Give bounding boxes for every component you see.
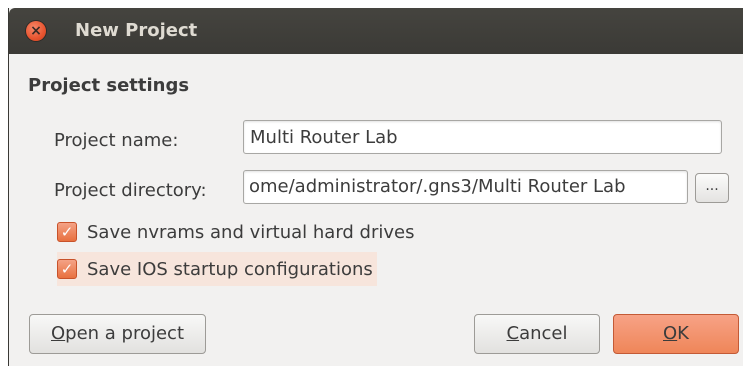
save-nvrams-label: Save nvrams and virtual hard drives [87, 221, 415, 243]
save-nvrams-checkbox-row[interactable]: ✓ Save nvrams and virtual hard drives [57, 215, 415, 249]
title-bar: × New Project [9, 8, 743, 54]
open-project-button[interactable]: Open a project [29, 314, 206, 354]
save-ios-checkbox[interactable]: ✓ [57, 259, 77, 279]
cancel-mnemonic: C [506, 323, 520, 344]
ok-mnemonic: O [663, 323, 678, 344]
window-title: New Project [75, 20, 198, 41]
cancel-label: ancel [519, 323, 568, 344]
cancel-button[interactable]: Cancel [474, 314, 600, 354]
project-directory-label: Project directory: [54, 180, 207, 201]
check-icon: ✓ [60, 259, 74, 278]
project-name-input[interactable] [243, 120, 722, 154]
close-glyph: × [30, 23, 42, 39]
project-settings-group-title: Project settings [28, 75, 190, 96]
open-project-mnemonic: O [50, 323, 66, 344]
new-project-dialog: × New Project Project settings Project n… [8, 8, 743, 366]
project-directory-input[interactable]: ome/administrator/.gns3/Multi Router Lab [243, 170, 688, 204]
save-nvrams-checkbox[interactable]: ✓ [57, 222, 77, 242]
ok-button[interactable]: OK [613, 314, 739, 354]
open-project-label: pen a project [65, 323, 185, 344]
browse-directory-button[interactable]: ... [695, 173, 729, 203]
save-ios-label: Save IOS startup configurations [87, 258, 373, 280]
check-icon: ✓ [60, 222, 74, 241]
project-name-label: Project name: [54, 130, 179, 151]
save-ios-checkbox-row[interactable]: ✓ Save IOS startup configurations [57, 252, 377, 286]
close-icon[interactable]: × [26, 21, 46, 41]
ok-label: K [677, 323, 689, 344]
